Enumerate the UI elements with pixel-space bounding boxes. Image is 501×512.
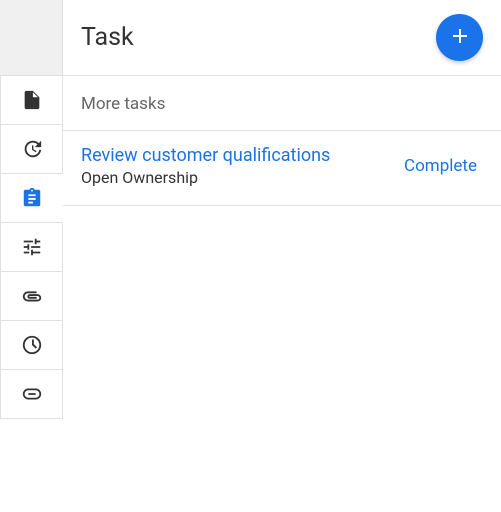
clock-icon — [21, 334, 43, 356]
plus-icon — [448, 24, 472, 52]
sidebar-item-clock[interactable] — [0, 321, 63, 370]
task-header: Task — [63, 0, 501, 76]
clipboard-icon — [21, 187, 43, 209]
task-info: Review customer qualifications Open Owne… — [81, 145, 330, 187]
sidebar-item-tune[interactable] — [0, 223, 63, 272]
page-title: Task — [81, 23, 134, 52]
sidebar-item-file[interactable] — [0, 76, 63, 125]
sidebar-item-task[interactable] — [0, 174, 63, 223]
tune-icon — [21, 236, 43, 258]
sidebar-item-history[interactable] — [0, 125, 63, 174]
sidebar — [0, 0, 63, 512]
history-icon — [21, 138, 43, 160]
sidebar-item-attachment[interactable] — [0, 272, 63, 321]
sidebar-item-link[interactable] — [0, 370, 63, 419]
complete-button[interactable]: Complete — [404, 156, 477, 176]
task-subtitle: Open Ownership — [81, 168, 330, 187]
add-task-button[interactable] — [436, 14, 483, 61]
link-icon — [21, 383, 43, 405]
attachment-icon — [21, 285, 43, 307]
task-title-link[interactable]: Review customer qualifications — [81, 145, 330, 166]
main-panel: Task More tasks Review customer qualific… — [63, 0, 501, 512]
task-row: Review customer qualifications Open Owne… — [63, 131, 501, 206]
more-tasks-header: More tasks — [63, 76, 501, 131]
file-icon — [21, 89, 43, 111]
sidebar-spacer — [0, 0, 63, 76]
